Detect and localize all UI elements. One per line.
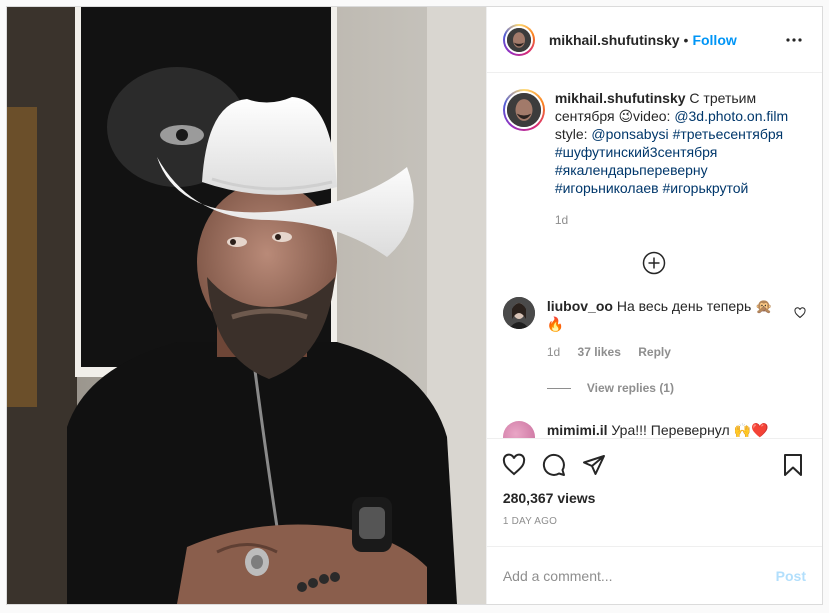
like-heart-icon[interactable] — [501, 452, 527, 478]
author-avatar-image — [506, 27, 531, 52]
comment-text: liubov_oo На весь день теперь 🙊🔥 — [547, 297, 777, 333]
caption-text: mikhail.shufutinsky С третьим сентября 😉… — [555, 89, 795, 229]
comment-likes[interactable]: 37 likes — [578, 345, 621, 359]
view-replies-button[interactable]: View replies (1) — [546, 381, 806, 395]
replies-divider — [546, 387, 571, 389]
views-count[interactable]: 280,367 views — [487, 490, 822, 510]
caption-avatar[interactable] — [502, 89, 545, 131]
comment-body: Ура!!! Перевернул 🙌❤️ — [611, 422, 769, 438]
follow-button[interactable]: Follow — [692, 32, 736, 48]
save-bookmark-icon[interactable] — [780, 452, 806, 478]
load-more-comments-icon[interactable] — [642, 251, 666, 275]
caption-video-link[interactable]: @3d.photo.on.film — [674, 108, 788, 124]
commenter-avatar[interactable] — [502, 297, 535, 329]
hashtag-link[interactable]: #игорьниколаев — [555, 180, 659, 196]
comment-username[interactable]: mimimi.il — [547, 422, 608, 438]
separator-dot: • — [683, 31, 689, 48]
post-header: mikhail.shufutinsky • Follow — [486, 7, 822, 73]
add-comment-bar: Post — [486, 546, 822, 604]
more-options-icon[interactable] — [782, 28, 806, 52]
comment-item: mimimi.il Ура!!! Перевернул 🙌❤️ — [502, 421, 806, 438]
hashtag-link[interactable]: #третьесентября — [673, 126, 784, 142]
caption-username[interactable]: mikhail.shufutinsky — [555, 90, 686, 106]
hashtag-link[interactable]: #игорькрутой — [662, 180, 748, 196]
add-comment-input[interactable] — [502, 567, 776, 584]
share-paper-plane-icon[interactable] — [581, 452, 607, 478]
post-side-panel: mikhail.shufutinsky • Follow mikhail.shu… — [485, 7, 822, 604]
commenter-avatar[interactable] — [502, 421, 535, 438]
caption-style-link[interactable]: @ponsabysi — [591, 126, 668, 142]
comment-username[interactable]: liubov_oo — [547, 298, 613, 314]
author-username[interactable]: mikhail.shufutinsky — [549, 32, 680, 48]
author-avatar[interactable] — [502, 23, 535, 56]
commenter-avatar-image — [502, 297, 535, 329]
post-photo[interactable] — [7, 7, 486, 604]
caption: mikhail.shufutinsky С третьим сентября 😉… — [502, 89, 806, 229]
hashtag-link[interactable]: #шуфутинский3сентября — [555, 144, 717, 160]
hashtag-link[interactable]: #якалендарьпереверну — [555, 162, 708, 178]
comment-item: liubov_oo На весь день теперь 🙊🔥 1d 37 l… — [502, 297, 806, 395]
comment-text: mimimi.il Ура!!! Перевернул 🙌❤️ — [547, 421, 777, 438]
comments-list[interactable]: mikhail.shufutinsky С третьим сентября 😉… — [487, 73, 822, 438]
post-actions — [486, 438, 822, 490]
comment-like-heart-icon[interactable] — [794, 307, 806, 319]
caption-age[interactable]: 1d — [555, 211, 795, 229]
man-in-white-hat-image — [7, 7, 486, 604]
comment-bubble-icon[interactable] — [541, 452, 567, 478]
caption-style-label: style: — [554, 126, 588, 142]
view-replies-label: View replies (1) — [586, 381, 674, 395]
comment-age[interactable]: 1d — [547, 345, 560, 359]
reply-button[interactable]: Reply — [638, 345, 671, 359]
post-modal: mikhail.shufutinsky • Follow mikhail.shu… — [6, 6, 823, 605]
post-comment-button[interactable]: Post — [776, 568, 806, 584]
caption-avatar-image — [506, 93, 541, 127]
post-date[interactable]: 1 DAY AGO — [487, 516, 822, 532]
comment-meta: 1d 37 likes Reply — [547, 345, 806, 359]
